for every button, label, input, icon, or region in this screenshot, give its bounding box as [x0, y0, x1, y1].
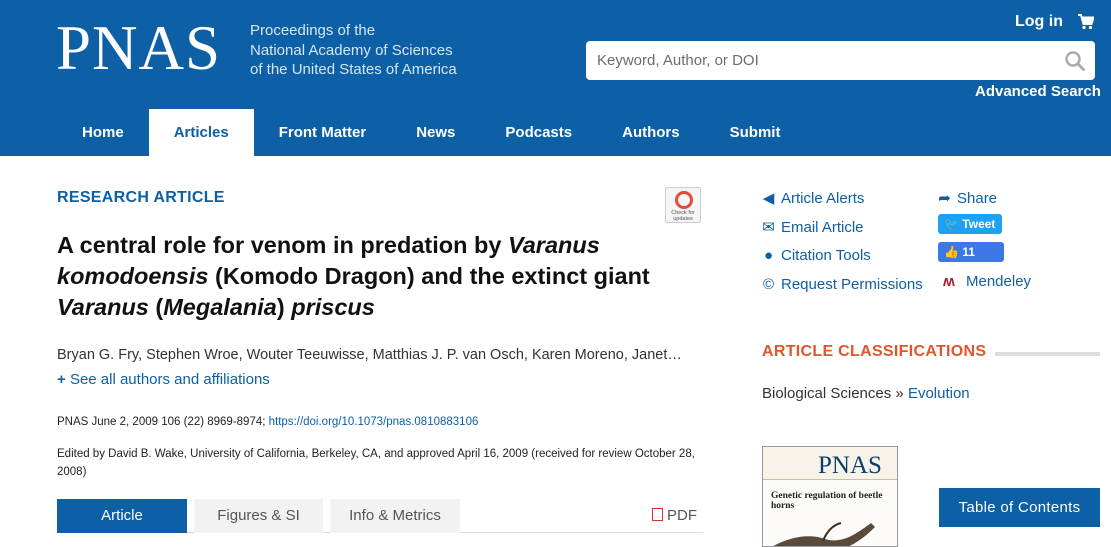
cover-headline: Genetic regulation of beetle horns: [771, 491, 883, 511]
see-all-authors-link[interactable]: + See all authors and affiliations: [57, 371, 270, 388]
tweet-button[interactable]: 🐦 Tweet: [938, 214, 1002, 234]
login-link[interactable]: Log in: [1015, 13, 1063, 31]
advanced-search-link[interactable]: Advanced Search: [975, 83, 1101, 100]
copyright-icon: ©: [762, 276, 775, 293]
megaphone-icon: ◀: [762, 190, 775, 207]
main-nav: Home Articles Front Matter News Podcasts…: [57, 109, 805, 156]
nav-front-matter[interactable]: Front Matter: [254, 109, 392, 156]
pdf-link[interactable]: PDF: [652, 499, 697, 533]
classification-parent: Biological Sciences: [762, 385, 892, 402]
tagline-line-2: National Academy of Sciences: [250, 41, 453, 59]
request-permissions-link[interactable]: © Request Permissions: [762, 276, 923, 293]
nav-home[interactable]: Home: [57, 109, 149, 156]
tagline-line-3: of the United States of America: [250, 61, 457, 78]
tagline-line-1: Proceedings of the: [250, 22, 376, 39]
nav-podcasts[interactable]: Podcasts: [480, 109, 597, 156]
search-box: [586, 41, 1095, 80]
globe-icon: ●: [763, 247, 774, 264]
article-tabs: Article Figures & SI Info & Metrics PDF: [57, 499, 703, 533]
nav-authors[interactable]: Authors: [597, 109, 705, 156]
tab-article[interactable]: Article: [57, 499, 187, 533]
search-input[interactable]: [586, 41, 1056, 80]
classification-path: Biological Sciences » Evolution: [762, 385, 970, 402]
see-all-authors-label: See all authors and affiliations: [69, 371, 270, 388]
journal-cover[interactable]: PNAS Genetic regulation of beetle horns: [762, 446, 898, 547]
like-button[interactable]: 👍 11: [938, 242, 1004, 262]
edited-by-note: Edited by David B. Wake, University of C…: [57, 448, 695, 478]
check-for-updates-badge[interactable]: Check for updates: [665, 187, 701, 223]
citation-tools-link[interactable]: ● Citation Tools: [762, 247, 871, 264]
nav-submit[interactable]: Submit: [705, 109, 806, 156]
citation-line: PNAS June 2, 2009 106 (22) 8969-8974; ht…: [57, 416, 479, 428]
nav-articles[interactable]: Articles: [148, 109, 254, 156]
article-classifications-heading: ARTICLE CLASSIFICATIONS: [762, 343, 987, 360]
nav-news[interactable]: News: [391, 109, 480, 156]
beetle-illustration: [773, 522, 875, 546]
table-of-contents-button[interactable]: Table of Contents: [939, 488, 1100, 527]
envelope-icon: ✉: [762, 219, 775, 236]
pdf-icon: [652, 508, 663, 521]
mendeley-icon: ʍ: [943, 273, 955, 290]
tab-info-metrics[interactable]: Info & Metrics: [330, 499, 460, 533]
cart-icon[interactable]: [1078, 14, 1094, 30]
check-updates-icon: [675, 191, 693, 209]
tab-figures-si[interactable]: Figures & SI: [194, 499, 323, 533]
share-link[interactable]: ➦ Share: [938, 189, 997, 207]
twitter-icon: 🐦: [944, 217, 959, 231]
heading-rule: [995, 352, 1100, 356]
plus-icon: +: [57, 371, 66, 388]
email-article-link[interactable]: ✉ Email Article: [762, 218, 863, 236]
article-title: A central role for venom in predation by…: [57, 232, 650, 320]
author-list: Bryan G. Fry, Stephen Wroe, Wouter Teeuw…: [57, 347, 682, 363]
doi-link[interactable]: https://doi.org/10.1073/pnas.0810883106: [269, 416, 479, 428]
site-header: PNAS Proceedings of the National Academy…: [0, 0, 1111, 156]
cover-logo: PNAS: [818, 452, 882, 479]
thumbs-up-icon: 👍: [944, 245, 959, 259]
pnas-logo[interactable]: PNAS: [56, 17, 221, 80]
site-tagline: Proceedings of the National Academy of S…: [250, 21, 457, 80]
search-icon[interactable]: [1064, 50, 1086, 72]
article-type-label: RESEARCH ARTICLE: [57, 189, 225, 206]
article-alerts-link[interactable]: ◀ Article Alerts: [762, 189, 865, 207]
classification-evolution-link[interactable]: Evolution: [908, 385, 970, 402]
share-icon: ➦: [938, 190, 951, 207]
mendeley-link[interactable]: ʍ Mendeley: [938, 273, 1031, 290]
check-updates-label: Check for updates: [671, 210, 695, 222]
